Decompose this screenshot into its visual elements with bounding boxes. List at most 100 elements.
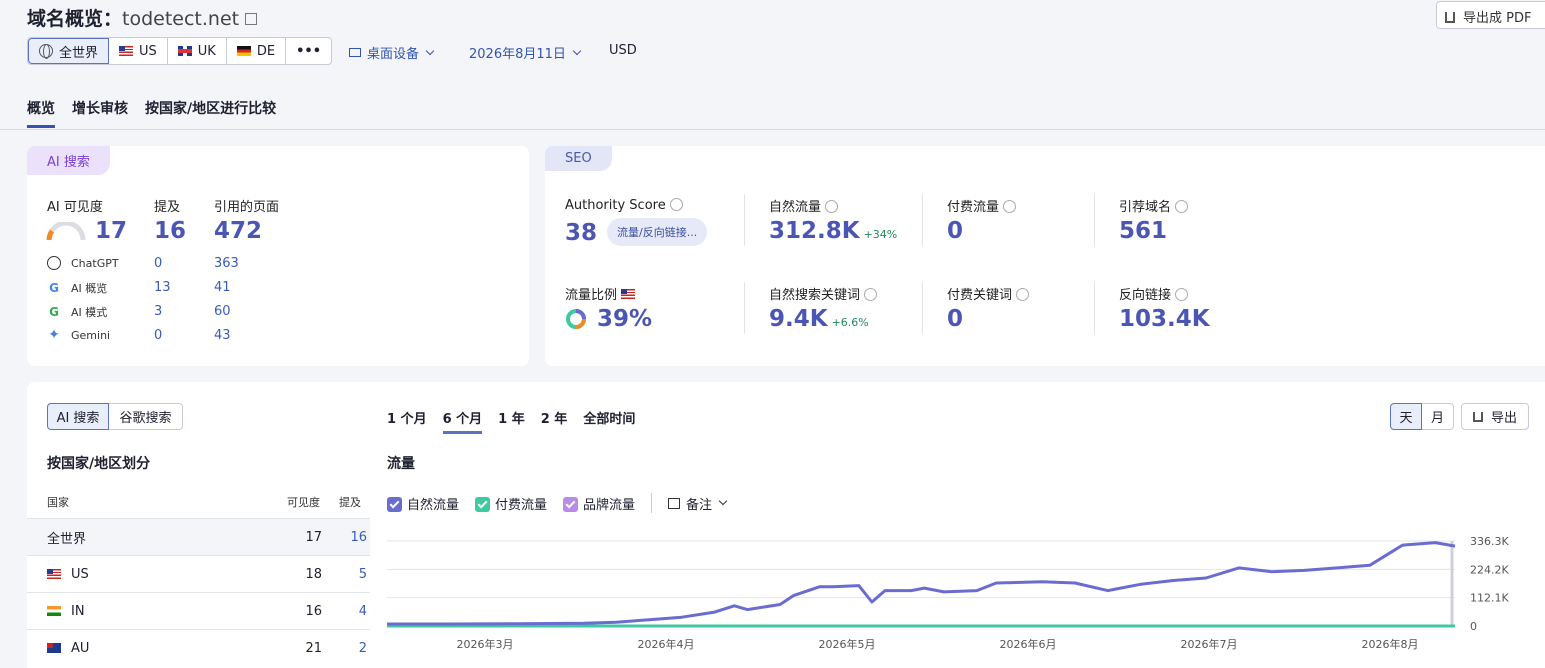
legend-organic[interactable]: 自然流量 (387, 494, 459, 513)
table-row[interactable]: AU 21 2 (27, 629, 370, 666)
organic-traffic-value[interactable]: 312.8K +34% (769, 218, 897, 244)
referring-domains-text: 引荐域名 (1119, 200, 1172, 215)
legend-paid[interactable]: 付费流量 (475, 494, 547, 513)
country-mentions[interactable]: 2 (322, 641, 367, 656)
x-tick-label: 2026年6月 (1000, 637, 1057, 651)
x-tick-label: 2026年8月 (1362, 637, 1419, 651)
organic-keywords-number: 9.4K (769, 306, 828, 332)
traffic-share-label: 流量比例 (565, 284, 636, 303)
range-2y[interactable]: 2 年 (541, 408, 568, 434)
google-icon: G (49, 281, 59, 295)
country-visibility: 21 (305, 640, 322, 656)
google-icon: G (49, 305, 59, 319)
region-label: UK (197, 43, 216, 59)
currency-label[interactable]: USD (609, 43, 637, 58)
tab-overview[interactable]: 概览 (27, 98, 55, 128)
export-button[interactable]: 导出 (1461, 403, 1529, 430)
referring-domains-value[interactable]: 561 (1119, 218, 1167, 244)
info-icon[interactable] (1175, 200, 1189, 213)
notes-dropdown[interactable]: 备注 (668, 494, 728, 513)
table-row[interactable]: IN 16 4 (27, 592, 370, 629)
device-selector[interactable]: 桌面设备 (349, 43, 435, 62)
seo-card: SEO Authority Score 38 流量/反向链接... 自然流量 31… (545, 146, 1545, 366)
visibility-gauge-icon (46, 222, 86, 241)
paid-keywords-value[interactable]: 0 (947, 306, 963, 332)
country-mentions[interactable]: 16 (322, 530, 367, 545)
y-tick-label: 112.1K (1470, 592, 1509, 605)
country-mentions[interactable]: 4 (322, 604, 367, 619)
info-icon[interactable] (1003, 200, 1017, 213)
paid-traffic-value[interactable]: 0 (947, 218, 963, 244)
notes-label: 备注 (686, 497, 713, 513)
checkbox-icon (475, 496, 491, 512)
ai-row-cited[interactable]: 363 (214, 256, 239, 271)
cited-pages-value[interactable]: 472 (214, 218, 262, 244)
organic-keywords-value[interactable]: 9.4K +6.6% (769, 306, 869, 332)
info-icon[interactable] (1175, 288, 1189, 301)
table-row[interactable]: 全世界 17 16 (27, 518, 370, 555)
country-name: 全世界 (27, 528, 277, 547)
info-icon[interactable] (864, 288, 878, 301)
ai-row-cited[interactable]: 43 (214, 328, 231, 343)
chevron-down-icon (718, 496, 728, 506)
col-mentions[interactable]: 提及 (339, 494, 361, 510)
y-tick-label: 224.2K (1470, 563, 1509, 576)
chevron-down-icon (425, 46, 435, 55)
upload-icon (1472, 411, 1483, 422)
country-name: US (27, 567, 277, 582)
table-row[interactable]: US 18 5 (27, 555, 370, 592)
seo-badge: SEO (545, 146, 612, 171)
ai-row-ai-mode: G AI 模式 (47, 304, 107, 320)
country-mentions[interactable]: 5 (322, 567, 367, 582)
ai-row-mentions[interactable]: 3 (154, 304, 162, 319)
ai-row-mentions[interactable]: 0 (154, 328, 162, 343)
range-1y[interactable]: 1 年 (498, 408, 525, 434)
legend-label: 自然流量 (407, 497, 460, 513)
info-icon[interactable] (669, 198, 683, 211)
region-worldwide[interactable]: 全世界 (28, 38, 110, 64)
note-icon (668, 497, 681, 509)
region-label: 全世界 (59, 45, 99, 61)
ai-row-cited[interactable]: 60 (214, 304, 231, 319)
info-icon[interactable] (1016, 288, 1030, 301)
external-link-icon[interactable] (245, 13, 258, 25)
ai-row-mentions[interactable]: 13 (154, 280, 171, 295)
more-icon: ••• (296, 43, 322, 59)
time-range-tabs: 1 个月 6 个月 1 年 2 年 全部时间 (387, 408, 635, 434)
date-selector[interactable]: 2026年8月11日 (469, 43, 582, 62)
region-us[interactable]: US (109, 38, 168, 64)
export-pdf-button[interactable]: 导出成 PDF (1436, 1, 1545, 29)
mentions-label: 提及 (154, 200, 181, 215)
col-visibility[interactable]: 可见度 (287, 494, 320, 510)
x-tick-label: 2026年3月 (457, 637, 514, 651)
region-de[interactable]: DE (227, 38, 287, 64)
ai-row-cited[interactable]: 41 (214, 280, 231, 295)
toggle-google-search[interactable]: 谷歌搜索 (109, 403, 183, 430)
backlinks-value[interactable]: 103.4K (1119, 306, 1210, 332)
range-1m[interactable]: 1 个月 (387, 408, 427, 434)
domain-name[interactable]: todetect.net (122, 8, 239, 30)
region-uk[interactable]: UK (168, 38, 227, 64)
ai-row-gemini: ✦ Gemini (47, 328, 110, 342)
organic-traffic-text: 自然流量 (769, 200, 822, 215)
paid-keywords-text: 付费关键词 (947, 288, 1013, 303)
range-6m[interactable]: 6 个月 (442, 408, 483, 434)
region-label: US (139, 43, 157, 59)
mentions-value[interactable]: 16 (154, 218, 186, 244)
authority-score-text: Authority Score (565, 198, 666, 213)
divider (922, 282, 923, 334)
legend-brand[interactable]: 品牌流量 (563, 494, 635, 513)
range-all[interactable]: 全部时间 (583, 408, 635, 434)
info-icon[interactable] (825, 200, 839, 213)
authority-pill[interactable]: 流量/反向链接... (607, 218, 708, 246)
ai-row-name: AI 模式 (71, 306, 108, 319)
tab-growth-audit[interactable]: 增长审核 (72, 98, 128, 128)
y-tick-label: 336.3K (1470, 535, 1509, 548)
tab-compare-countries[interactable]: 按国家/地区进行比较 (145, 98, 276, 128)
more-regions-button[interactable]: ••• (286, 38, 331, 64)
granularity-month[interactable]: 月 (1422, 403, 1454, 430)
toggle-ai-search[interactable]: AI 搜索 (47, 403, 109, 430)
granularity-day[interactable]: 天 (1390, 403, 1422, 430)
ai-row-mentions[interactable]: 0 (154, 256, 162, 271)
paid-keywords-label: 付费关键词 (947, 284, 1030, 303)
